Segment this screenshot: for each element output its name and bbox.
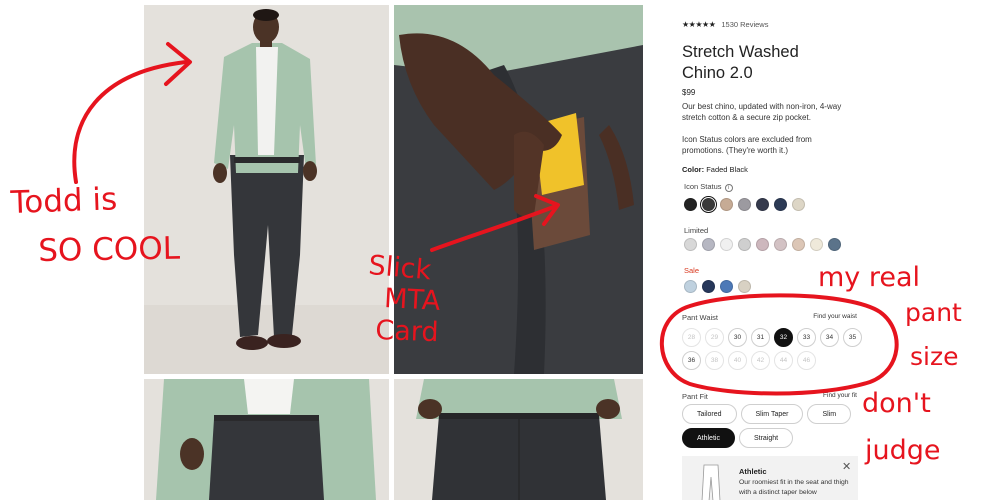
waist-size-grid: 28 29 30 31 32 33 34 35 36 38 40 42 44 46 <box>682 328 862 370</box>
waist-size-option[interactable]: 32 <box>774 328 793 347</box>
product-photo-model-full[interactable] <box>144 5 389 374</box>
sale-color-swatch[interactable] <box>684 280 697 293</box>
pant-waist-header: Pant Waist Find your waist <box>682 313 857 322</box>
limited-color-swatch[interactable] <box>792 238 805 251</box>
product-title-line: Chino 2.0 <box>682 64 753 82</box>
waist-size-option[interactable]: 40 <box>728 351 747 370</box>
limited-color-swatch[interactable] <box>828 238 841 251</box>
fit-options-row: Athletic Straight <box>682 428 794 448</box>
waist-size-option[interactable]: 38 <box>705 351 724 370</box>
product-price: $99 <box>682 88 696 97</box>
annotation-size-line1: my real <box>818 262 921 293</box>
icon-status-color-swatch[interactable] <box>684 198 697 211</box>
limited-color-swatch[interactable] <box>738 238 751 251</box>
waist-size-option[interactable]: 36 <box>682 351 701 370</box>
limited-color-swatch[interactable] <box>756 238 769 251</box>
color-value: Faded Black <box>706 165 748 174</box>
sale-color-swatch[interactable] <box>738 280 751 293</box>
pant-waist-label: Pant Waist <box>682 313 718 322</box>
pant-fit-header: Pant Fit Find your fit <box>682 392 857 401</box>
limited-color-swatch[interactable] <box>702 238 715 251</box>
sale-color-swatch[interactable] <box>702 280 715 293</box>
annotation-mta-line1: Slick <box>367 250 433 287</box>
waist-size-option[interactable]: 44 <box>774 351 793 370</box>
annotation-mta-line2: MTA <box>383 283 442 317</box>
waist-size-option[interactable]: 31 <box>751 328 770 347</box>
limited-swatches <box>684 238 841 251</box>
fit-info-card: Athletic Our roomiest fit in the seat an… <box>682 456 858 500</box>
star-rating-icon: ★★★★★ <box>682 20 716 29</box>
product-title: Stretch Washed Chino 2.0 <box>682 42 882 84</box>
icon-status-color-swatch[interactable] <box>756 198 769 211</box>
annotation-size-line2: pant <box>905 298 962 327</box>
icon-status-color-swatch[interactable] <box>699 195 718 214</box>
product-title-line: Stretch Washed <box>682 43 799 61</box>
waist-size-option[interactable]: 30 <box>728 328 747 347</box>
annotation-size-line5: judge <box>865 435 941 466</box>
close-icon[interactable]: ✕ <box>842 460 851 473</box>
limited-color-swatch[interactable] <box>684 238 697 251</box>
pant-fit-label: Pant Fit <box>682 392 708 401</box>
sale-swatches <box>684 280 751 293</box>
find-your-waist-link[interactable]: Find your waist <box>813 313 857 322</box>
fit-option-button[interactable]: Tailored <box>682 404 737 424</box>
waist-size-option[interactable]: 28 <box>682 328 701 347</box>
annotation-todd-line2: SO COOL <box>38 230 181 269</box>
find-your-fit-link[interactable]: Find your fit <box>823 392 857 401</box>
promo-note: Icon Status colors are excluded from pro… <box>682 135 812 155</box>
product-description: Our best chino, updated with non-iron, 4… <box>682 102 842 122</box>
product-photo-front-closeup[interactable] <box>144 379 389 500</box>
icon-status-color-swatch[interactable] <box>720 198 733 211</box>
waist-size-option[interactable]: 33 <box>797 328 816 347</box>
product-photo-back-closeup[interactable] <box>394 379 643 500</box>
review-count[interactable]: 1530 Reviews <box>721 20 768 29</box>
fit-card-title: Athletic <box>739 467 767 476</box>
annotation-mta-line3: Card <box>374 315 440 349</box>
fit-options-row: Tailored Slim Taper Slim <box>682 404 852 424</box>
icon-status-heading: Icon Status i <box>684 182 733 192</box>
waist-size-option[interactable]: 42 <box>751 351 770 370</box>
selected-color: Color: Faded Black <box>682 165 748 174</box>
rating-summary[interactable]: ★★★★★ 1530 Reviews <box>682 20 768 29</box>
sale-color-swatch[interactable] <box>720 280 733 293</box>
icon-status-color-swatch[interactable] <box>792 198 805 211</box>
icon-status-swatches <box>684 195 805 214</box>
icon-status-color-swatch[interactable] <box>774 198 787 211</box>
annotation-size-line4: don't <box>862 388 931 419</box>
waist-size-option[interactable]: 34 <box>820 328 839 347</box>
icon-status-label: Icon Status <box>684 182 722 191</box>
fit-option-button[interactable]: Slim Taper <box>740 404 804 424</box>
fit-option-button[interactable]: Athletic <box>682 428 735 448</box>
fit-option-button[interactable]: Straight <box>738 428 794 448</box>
limited-color-swatch[interactable] <box>774 238 787 251</box>
waist-size-option[interactable]: 46 <box>797 351 816 370</box>
sale-heading: Sale <box>684 266 700 275</box>
limited-color-swatch[interactable] <box>720 238 733 251</box>
waist-size-option[interactable]: 29 <box>705 328 724 347</box>
info-icon[interactable]: i <box>724 184 733 192</box>
fit-option-button[interactable]: Slim <box>807 404 852 424</box>
pants-illustration-icon <box>701 464 721 500</box>
waist-size-option[interactable]: 35 <box>843 328 862 347</box>
limited-heading: Limited <box>684 226 709 235</box>
fit-card-description: Our roomiest fit in the seat and thigh w… <box>739 479 849 496</box>
icon-status-color-swatch[interactable] <box>738 198 751 211</box>
annotation-todd-line1: Todd is <box>10 181 118 221</box>
product-details-panel: ★★★★★ 1530 Reviews Stretch Washed Chino … <box>682 0 1000 500</box>
color-label: Color: <box>682 165 705 174</box>
annotation-size-line3: size <box>910 342 959 371</box>
limited-color-swatch[interactable] <box>810 238 823 251</box>
